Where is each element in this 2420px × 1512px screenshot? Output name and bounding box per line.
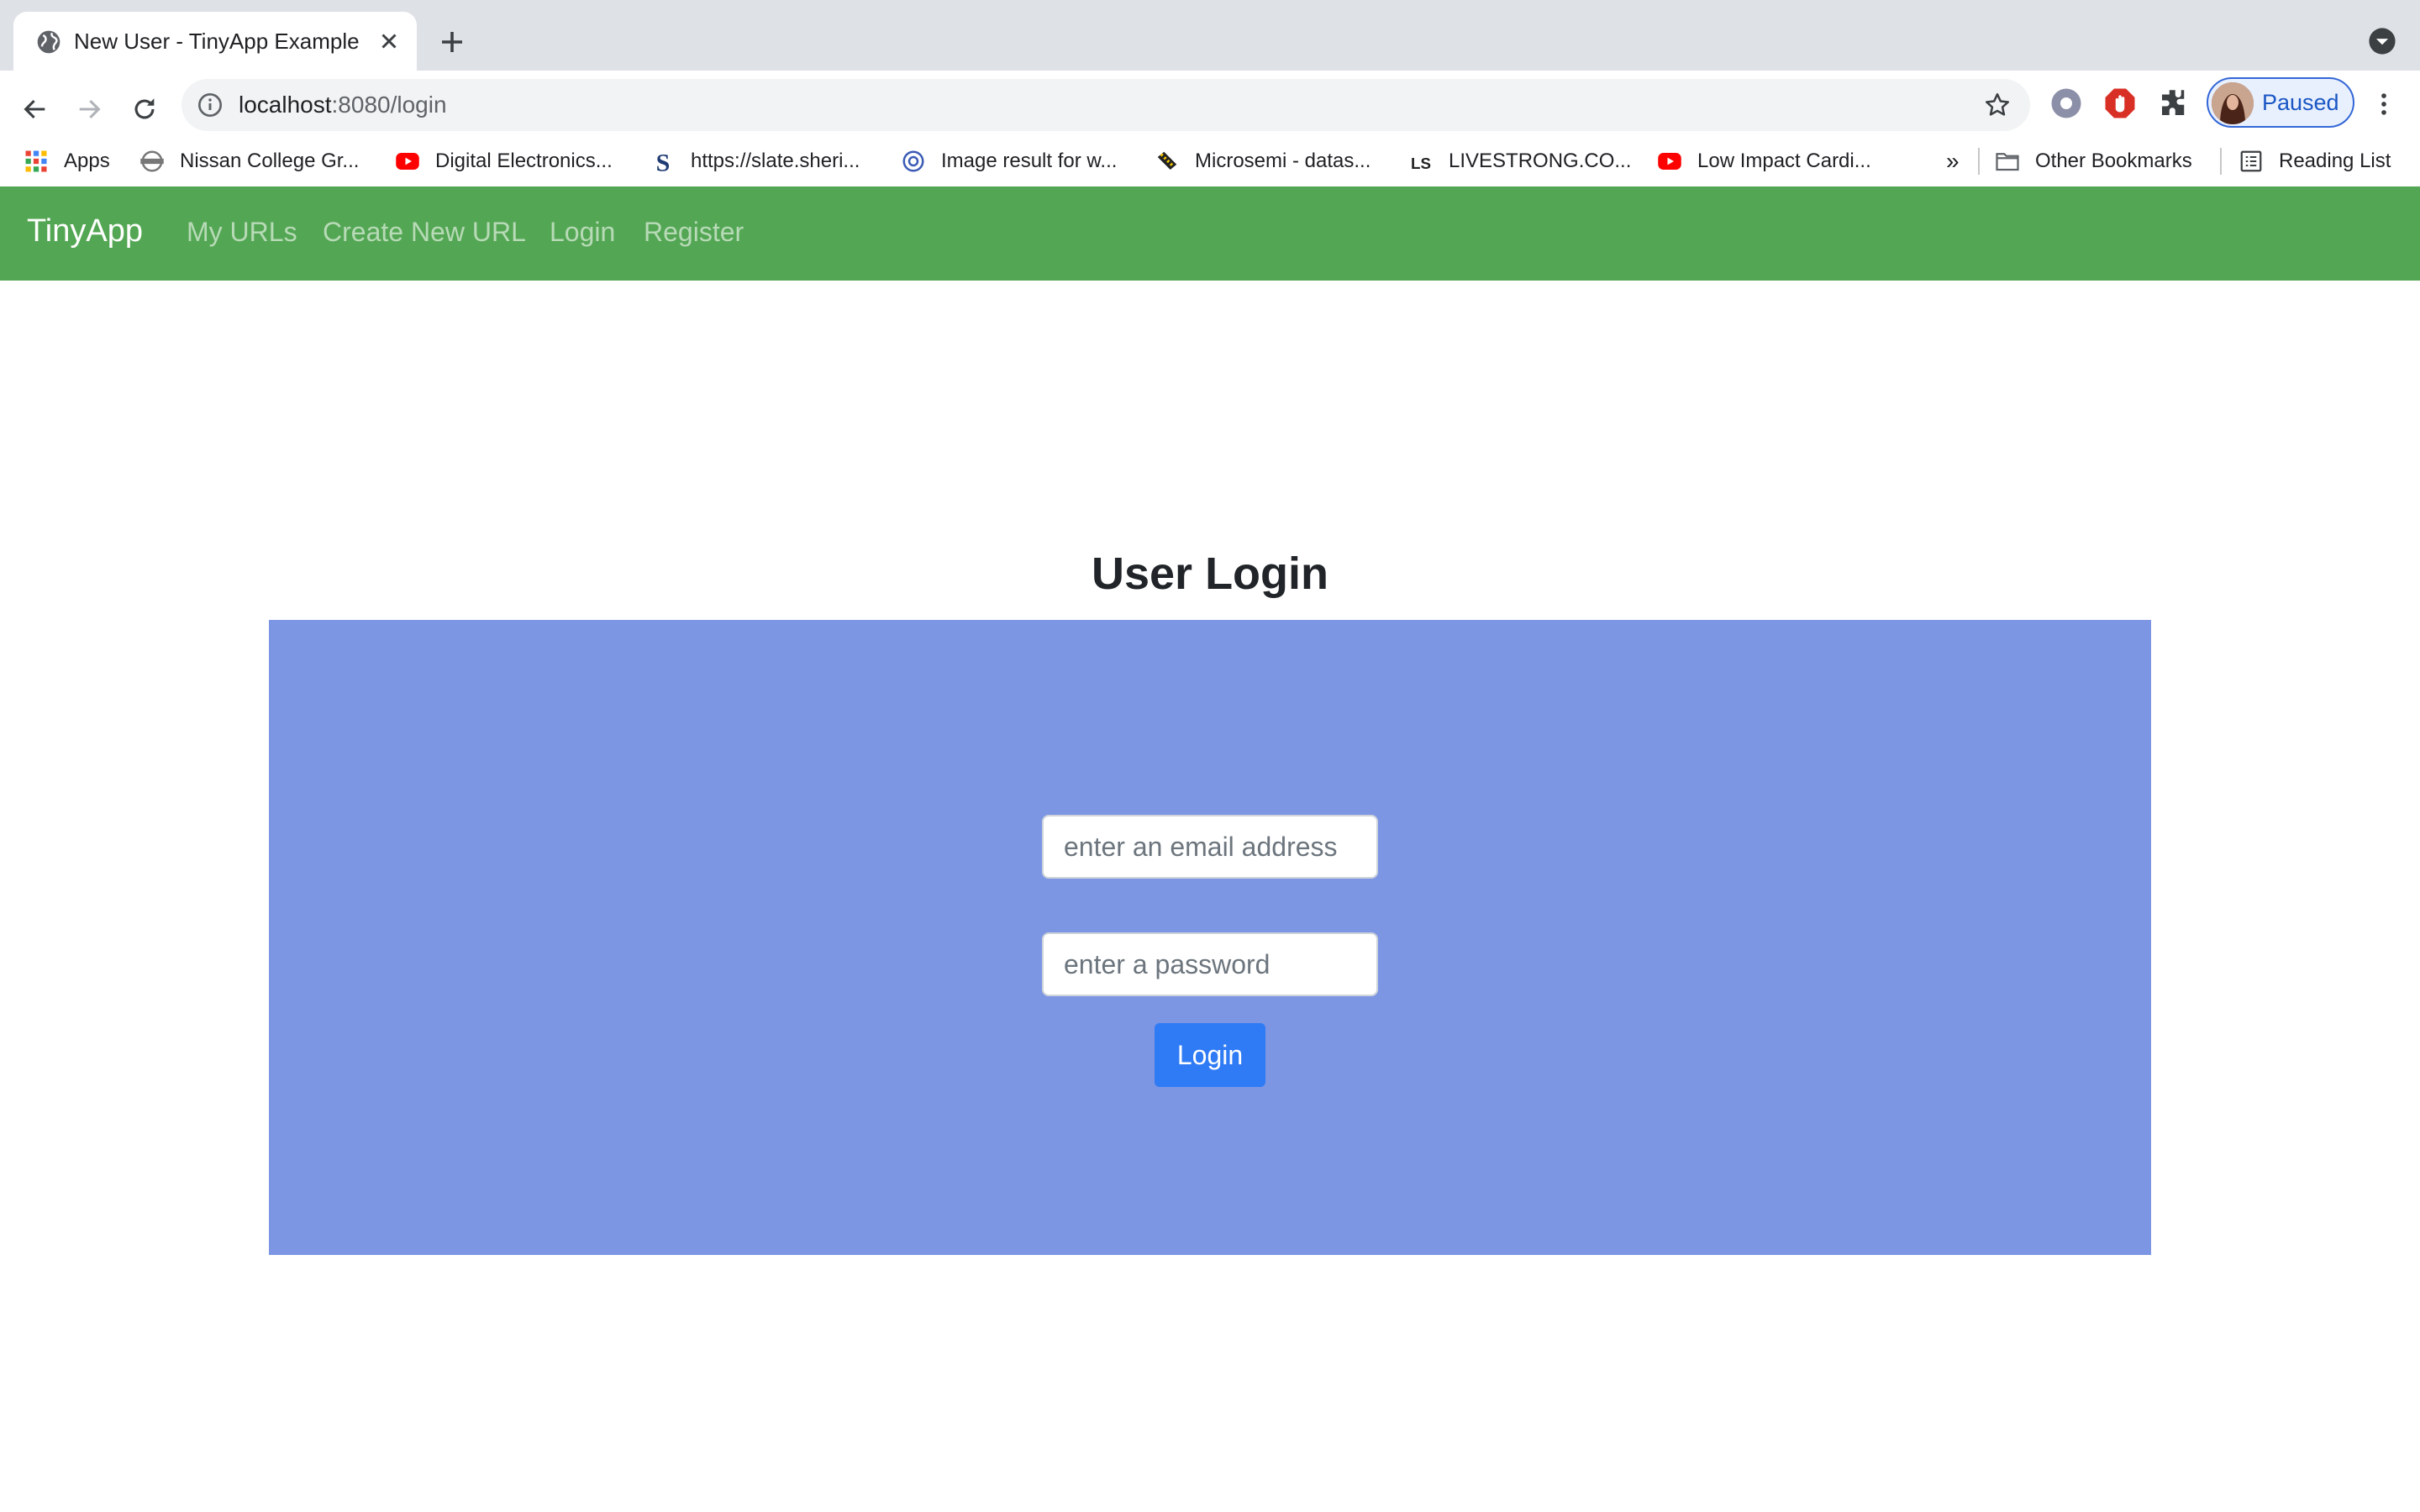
app-navbar: TinyApp My URLs Create New URL Login Reg… xyxy=(0,186,2420,281)
bookmark-image-result[interactable]: Image result for w... xyxy=(901,144,1117,178)
bookmark-divider xyxy=(2220,148,2222,175)
brand-logo[interactable]: TinyApp xyxy=(27,213,143,249)
tab-search-icon[interactable] xyxy=(2368,27,2396,55)
site-info-icon[interactable] xyxy=(197,92,224,118)
forward-button[interactable] xyxy=(66,86,113,133)
slate-s-icon: S xyxy=(656,149,671,174)
bookmark-star-icon[interactable] xyxy=(1983,91,2012,119)
bookmark-label: https://slate.sheri... xyxy=(691,150,860,172)
url-path: :8080/login xyxy=(331,92,447,118)
bookmark-divider xyxy=(1978,148,1980,175)
overflow-chevron-icon: » xyxy=(1946,148,1960,174)
tab-strip: New User - TinyApp Example xyxy=(0,0,2420,71)
bookmark-label: Digital Electronics... xyxy=(435,150,613,172)
email-input[interactable] xyxy=(1042,815,1378,879)
avatar xyxy=(2212,82,2254,124)
bookmark-label: Other Bookmarks xyxy=(2035,150,2192,172)
microsemi-icon xyxy=(1157,151,1177,170)
apps-grid-icon xyxy=(25,150,47,172)
extension-circle-icon[interactable] xyxy=(2049,86,2084,121)
bookmark-slate[interactable]: S https://slate.sheri... xyxy=(650,144,860,178)
bookmarks-bar: Apps Nissan College Gr... Digital Electr… xyxy=(0,138,2420,188)
bookmark-label: Image result for w... xyxy=(941,150,1118,172)
bookmark-label: Microsemi - datas... xyxy=(1195,150,1371,172)
livestrong-icon: LS xyxy=(1411,155,1431,172)
nav-login[interactable]: Login xyxy=(550,217,615,248)
browser-menu-icon[interactable] xyxy=(2370,87,2398,121)
password-input[interactable] xyxy=(1042,932,1378,996)
bookmark-digital-electronics[interactable]: Digital Electronics... xyxy=(395,144,613,178)
image-result-icon xyxy=(902,150,924,172)
nav-my-urls[interactable]: My URLs xyxy=(187,217,297,248)
youtube-icon xyxy=(396,153,419,170)
login-submit-button[interactable]: Login xyxy=(1155,1023,1265,1087)
bookmark-nissan[interactable]: Nissan College Gr... xyxy=(139,144,359,178)
tab-title: New User - TinyApp Example xyxy=(74,29,360,54)
back-arrow-icon xyxy=(24,99,45,119)
url-text[interactable]: localhost:8080/login xyxy=(239,92,447,118)
reading-list-button[interactable]: Reading List xyxy=(2238,144,2391,178)
address-bar[interactable]: localhost:8080/login xyxy=(182,79,2030,131)
extensions-puzzle-icon[interactable] xyxy=(2156,86,2191,121)
bookmark-label: Nissan College Gr... xyxy=(180,150,360,172)
bookmarks-overflow-button[interactable]: » xyxy=(1946,144,1960,178)
nav-create-new-url[interactable]: Create New URL xyxy=(323,217,526,248)
bookmark-livestrong[interactable]: LS LIVESTRONG.CO... xyxy=(1408,144,1631,178)
url-host: localhost xyxy=(239,92,332,118)
new-tab-icon[interactable] xyxy=(437,27,467,57)
nav-register[interactable]: Register xyxy=(644,217,744,248)
globe-icon xyxy=(37,30,60,54)
reading-list-icon xyxy=(2240,150,2262,172)
bookmark-label: Reading List xyxy=(2279,150,2391,172)
nissan-logo-icon xyxy=(140,150,164,172)
bookmark-apps[interactable]: Apps xyxy=(24,144,110,178)
profile-status: Paused xyxy=(2262,90,2339,115)
bookmark-label: Low Impact Cardi... xyxy=(1697,150,1871,172)
svg-text:S: S xyxy=(656,149,671,174)
profile-button[interactable]: Paused xyxy=(2207,77,2354,128)
close-tab-icon[interactable] xyxy=(376,29,402,54)
folder-icon xyxy=(1996,153,2019,171)
forward-arrow-icon xyxy=(79,99,101,119)
back-button[interactable] xyxy=(12,86,59,133)
bookmark-label: LIVESTRONG.CO... xyxy=(1449,150,1632,172)
browser-tab[interactable]: New User - TinyApp Example xyxy=(13,12,417,71)
bookmark-label: Apps xyxy=(64,150,110,172)
bookmark-low-impact-cardio[interactable]: Low Impact Cardi... xyxy=(1657,144,1871,178)
adblock-extension-icon[interactable] xyxy=(2102,86,2138,121)
avatar-photo-icon xyxy=(2212,82,2254,124)
bookmark-microsemi[interactable]: Microsemi - datas... xyxy=(1155,144,1370,178)
bookmark-other-bookmarks[interactable]: Other Bookmarks xyxy=(1995,144,2192,178)
youtube-icon xyxy=(1658,153,1681,170)
reload-button[interactable] xyxy=(121,86,168,133)
reload-icon xyxy=(134,98,155,119)
page-title: User Login xyxy=(1091,549,1329,599)
svg-text:LS: LS xyxy=(1411,155,1431,172)
